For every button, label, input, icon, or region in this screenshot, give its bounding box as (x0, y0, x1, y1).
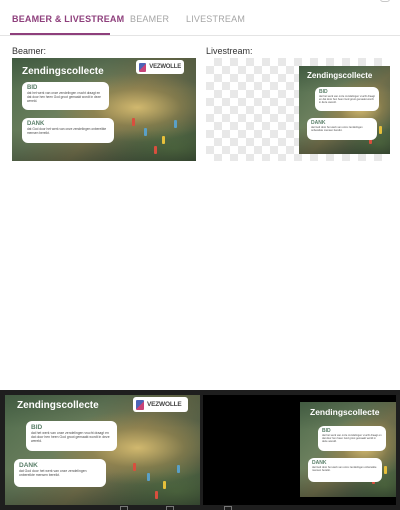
logo-mark-icon (139, 62, 147, 72)
dank-card: DANK dat God door het werk van onze zend… (22, 118, 114, 143)
slide-title: Zendingscollecte (22, 66, 104, 77)
bid-card: BID dat het werk van onze zendelingen vr… (26, 421, 117, 451)
beamer-label: Beamer: (12, 46, 47, 56)
vezwolle-logo: VEZWOLLE (133, 397, 188, 412)
tab-beamer-livestream[interactable]: BEAMER & LIVESTREAM (12, 14, 124, 24)
bid-title: BID (31, 424, 43, 431)
beamer-preview-slide[interactable]: Zendingscollecte VEZWOLLE BID dat het we… (12, 58, 196, 161)
tab-beamer[interactable]: BEAMER (130, 14, 169, 24)
bid-body: dat het werk van onze zendelingen vrucht… (31, 431, 110, 444)
bid-card: BID dat het werk van onze zendelingen vr… (22, 82, 109, 110)
dank-body: dat God door het werk van onze zendeling… (311, 126, 363, 133)
active-tab-indicator (10, 33, 110, 35)
dank-title: DANK (19, 462, 38, 469)
monitor-icon[interactable] (166, 506, 174, 510)
bid-body: dat het werk van onze zendelingen vrucht… (322, 434, 382, 444)
bid-body: dat het werk van onze zendelingen vrucht… (27, 91, 101, 103)
dank-card: DANK dat God door het werk van onze zend… (14, 459, 106, 487)
bid-card: BID dat het werk van onze zendelingen vr… (315, 87, 379, 111)
livestream-preview-slide[interactable]: Zendingscollecte BID dat het werk van on… (299, 66, 390, 154)
slide-title: Zendingscollecte (310, 407, 380, 417)
slide-title: Zendingscollecte (17, 400, 99, 411)
scroll-handle[interactable] (380, 0, 390, 2)
bid-card: BID dat het werk van onze zendelingen vr… (318, 426, 386, 451)
beamer-output-slide[interactable]: Zendingscollecte VEZWOLLE BID dat het we… (5, 395, 200, 505)
logo-mark-icon (136, 399, 144, 410)
monitor-icon[interactable] (224, 506, 232, 510)
monitor-icon[interactable] (120, 506, 128, 510)
livestream-label: Livestream: (206, 46, 253, 56)
slide-title: Zendingscollecte (307, 71, 373, 80)
preview-panel: BEAMER & LIVESTREAM BEAMER LIVESTREAM Be… (0, 0, 400, 510)
dank-body: dat God door het werk van onze zendeling… (19, 469, 87, 478)
tab-livestream[interactable]: LIVESTREAM (186, 14, 245, 24)
dank-body: dat God door het werk van onze zendeling… (312, 466, 377, 473)
logo-text: VEZWOLLE (147, 401, 182, 408)
dank-body: dat God door het werk van onze zendeling… (27, 127, 107, 135)
logo-text: VEZWOLLE (149, 64, 181, 70)
tab-bar: BEAMER & LIVESTREAM BEAMER LIVESTREAM (0, 0, 400, 36)
bid-body: dat het werk van onze zendelingen vrucht… (319, 95, 375, 105)
dank-card: DANK dat God door het werk van onze zend… (308, 458, 382, 482)
vezwolle-logo: VEZWOLLE (136, 60, 184, 74)
livestream-output-slide[interactable]: Zendingscollecte BID dat het werk van on… (300, 402, 396, 497)
dank-card: DANK dat God door het werk van onze zend… (307, 118, 377, 140)
